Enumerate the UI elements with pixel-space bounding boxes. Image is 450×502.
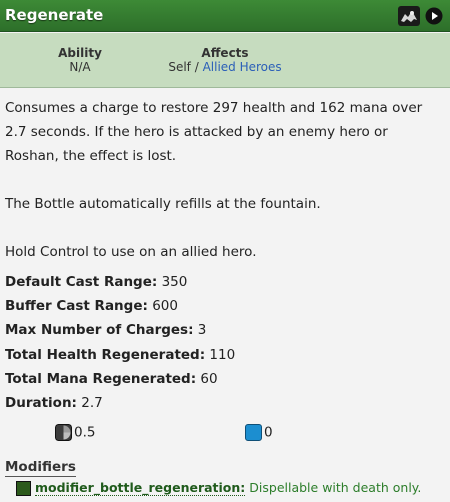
modifier-note: Dispellable with death only. [249,480,422,495]
affects-self: Self [168,60,191,74]
description-paragraph: Consumes a charge to restore 297 health … [5,100,423,164]
affects-column: Affects Self / Allied Heroes [150,46,300,74]
stat-total-mana: Total Mana Regenerated: 60 [5,367,445,391]
stat-default-cast-range: Default Cast Range: 350 [5,270,445,294]
description-spacer [5,216,445,240]
affects-separator: / [190,60,203,74]
stat-label: Total Health Regenerated: [5,346,206,363]
ability-value: N/A [69,60,91,74]
affects-label: Affects [201,46,249,60]
ability-column: Ability N/A [40,46,120,74]
stat-buffer-cast-range: Buffer Cast Range: 600 [5,294,445,318]
stat-value: 2.7 [81,395,103,412]
cooldown-value: 0.5 [74,424,96,441]
cooldown-icon [55,424,72,441]
modifiers-heading: Modifiers [5,459,76,477]
modifier-name[interactable]: modifier_bottle_regeneration: [35,480,246,496]
stat-value: 60 [200,370,218,387]
stat-value: 350 [161,274,188,290]
mana-icon [245,424,262,441]
ability-description: Consumes a charge to restore 297 health … [5,96,445,264]
cooldown-cost: 0.5 [55,424,95,442]
stat-value: 3 [197,322,207,339]
stat-label: Buffer Cast Range: [5,298,148,315]
stat-label: Total Mana Regenerated: [5,370,197,387]
mana-value: 0 [264,424,273,441]
stat-label: Default Cast Range: [5,274,158,290]
hero-portrait-icon[interactable] [398,6,420,26]
stat-label: Max Number of Charges: [5,322,194,339]
stat-duration: Duration: 2.7 [5,391,445,415]
stat-label: Duration: [5,395,77,412]
ability-title: Regenerate [5,6,104,24]
stat-value: 600 [152,298,178,315]
modifier-item: modifier_bottle_regeneration: Dispellabl… [16,480,421,496]
modifier-icon [16,481,31,496]
mana-cost: 0 [245,424,273,442]
title-bar: Regenerate [0,0,450,32]
ability-label: Ability [58,46,102,60]
affects-allied-heroes-link[interactable]: Allied Heroes [203,60,282,74]
description-paragraph: Hold Control to use on an allied hero. [5,244,257,260]
play-icon[interactable] [425,7,443,25]
description-spacer [5,168,445,192]
stat-max-charges: Max Number of Charges: 3 [5,318,445,342]
description-paragraph: The Bottle automatically refills at the … [5,196,321,212]
info-band: Ability N/A Affects Self / Allied Heroes [0,33,450,88]
stats-list: Default Cast Range: 350 Buffer Cast Rang… [5,270,445,415]
stat-total-health: Total Health Regenerated: 110 [5,343,445,367]
stat-value: 110 [209,346,236,363]
affects-value: Self / Allied Heroes [150,60,300,74]
